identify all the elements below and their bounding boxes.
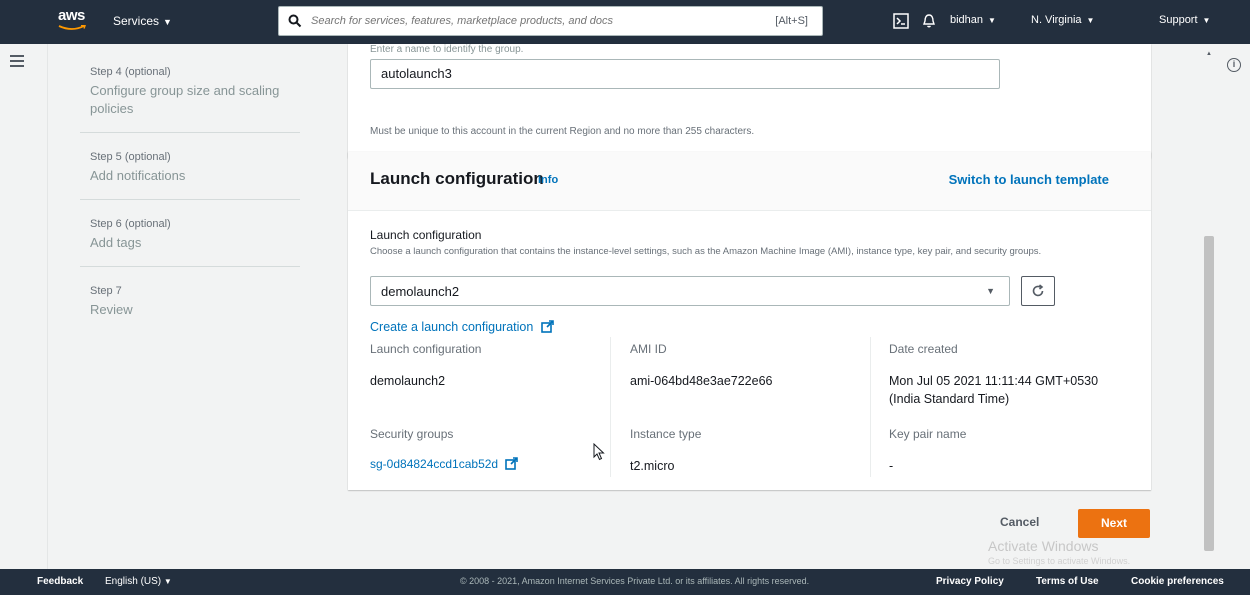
next-button[interactable]: Next <box>1078 509 1150 538</box>
support-menu[interactable]: Support ▼ <box>1159 14 1210 26</box>
language-label: English (US) <box>105 576 162 587</box>
step-number: Step 7 <box>90 285 122 297</box>
caret-down-icon: ▼ <box>986 286 995 296</box>
step-label: Review <box>90 302 133 317</box>
detail-value: t2.micro <box>630 459 675 473</box>
detail-security-groups: Security groups sg-0d84824ccd1cab52d <box>370 427 519 471</box>
wizard-step-7[interactable]: Step 7 Review <box>80 267 300 333</box>
detail-value: ami-064bd48e3ae722e66 <box>630 374 773 388</box>
launch-configuration-field-description: Choose a launch configuration that conta… <box>370 246 1042 257</box>
language-selector[interactable]: English (US) ▼ <box>105 576 172 587</box>
create-link-label: Create a launch configuration <box>370 320 534 334</box>
detail-instance-type: Instance type t2.micro <box>630 427 701 475</box>
menu-hamburger-icon[interactable] <box>10 55 24 67</box>
step-label: Add notifications <box>90 168 186 183</box>
caret-down-icon: ▼ <box>163 17 172 27</box>
cookie-preferences-link[interactable]: Cookie preferences <box>1131 576 1224 587</box>
activate-windows-watermark: Activate Windows <box>988 538 1099 554</box>
detail-label: Launch configuration <box>370 342 482 356</box>
account-menu[interactable]: bidhan ▼ <box>950 14 996 26</box>
step-number: Step 5 (optional) <box>90 151 171 163</box>
detail-key-pair-name: Key pair name - <box>889 427 966 475</box>
step-label: Add tags <box>90 235 142 250</box>
step-number: Step 4 (optional) <box>90 66 171 78</box>
detail-date-created: Date created Mon Jul 05 2021 11:11:44 GM… <box>889 342 1129 408</box>
caret-down-icon: ▼ <box>988 16 996 25</box>
group-name-constraint: Must be unique to this account in the cu… <box>370 126 755 137</box>
scroll-up-arrow-icon[interactable]: ▲ <box>1206 51 1212 57</box>
region-name: N. Virginia <box>1031 14 1082 26</box>
caret-down-icon: ▼ <box>1086 16 1095 25</box>
wizard-step-5[interactable]: Step 5 (optional) Add notifications <box>80 133 300 200</box>
section-title: Launch configuration <box>370 169 544 188</box>
column-divider <box>870 337 871 477</box>
create-launch-configuration-link[interactable]: Create a launch configuration <box>370 320 554 334</box>
detail-label: AMI ID <box>630 342 667 356</box>
terms-of-use-link[interactable]: Terms of Use <box>1036 576 1099 587</box>
step-number: Step 6 (optional) <box>90 218 171 230</box>
footer-bar: Feedback English (US) ▼ © 2008 - 2021, A… <box>0 569 1250 595</box>
detail-ami-id: AMI ID ami-064bd48e3ae722e66 <box>630 342 773 390</box>
aws-logo[interactable]: aws <box>58 8 88 36</box>
step-label: Configure group size and scaling policie… <box>90 83 280 116</box>
search-box[interactable]: [Alt+S] <box>278 6 823 36</box>
group-name-hint: Enter a name to identify the group. <box>370 44 524 54</box>
info-link[interactable]: Info <box>538 174 558 186</box>
privacy-policy-link[interactable]: Privacy Policy <box>936 576 1004 587</box>
detail-label: Date created <box>889 342 958 356</box>
selected-value: demolaunch2 <box>381 284 460 299</box>
detail-label: Instance type <box>630 427 702 441</box>
wizard-step-4[interactable]: Step 4 (optional) Configure group size a… <box>80 48 300 133</box>
detail-value: demolaunch2 <box>370 374 446 388</box>
detail-value: Mon Jul 05 2021 11:11:44 GMT+0530 (India… <box>889 374 1099 406</box>
launch-configuration-container: Launch configuration Info Switch to laun… <box>348 152 1151 490</box>
group-name-container: Enter a name to identify the group. auto… <box>348 44 1151 158</box>
account-name: bidhan <box>950 14 984 26</box>
switch-to-launch-template-link[interactable]: Switch to launch template <box>949 172 1109 187</box>
detail-label: Key pair name <box>889 427 967 441</box>
column-divider <box>610 337 611 477</box>
search-input[interactable] <box>311 11 731 31</box>
support-label: Support <box>1159 14 1198 26</box>
notifications-bell-icon[interactable] <box>921 13 937 29</box>
launch-configuration-field-label: Launch configuration <box>370 228 482 242</box>
search-shortcut: [Alt+S] <box>775 15 808 27</box>
wizard-step-6[interactable]: Step 6 (optional) Add tags <box>80 200 300 267</box>
aws-smile-icon <box>58 25 86 30</box>
detail-launch-configuration: Launch configuration demolaunch2 <box>370 342 481 390</box>
security-group-id: sg-0d84824ccd1cab52d <box>370 457 499 471</box>
launch-configuration-select[interactable]: demolaunch2 ▼ <box>370 276 1010 306</box>
refresh-button[interactable] <box>1021 276 1055 306</box>
group-name-input[interactable]: autolaunch3 <box>370 59 1000 89</box>
container-header: Launch configuration Info Switch to laun… <box>348 152 1151 211</box>
search-icon <box>288 14 302 28</box>
region-selector[interactable]: N. Virginia ▼ <box>1031 14 1094 26</box>
aws-logo-text: aws <box>58 7 85 24</box>
cancel-button[interactable]: Cancel <box>1000 515 1039 529</box>
activate-windows-hint: Go to Settings to activate Windows. <box>988 556 1131 566</box>
copyright-text: © 2008 - 2021, Amazon Internet Services … <box>460 576 810 586</box>
security-group-link[interactable]: sg-0d84824ccd1cab52d <box>370 457 519 471</box>
info-panel-icon[interactable]: i <box>1227 58 1241 72</box>
detail-value: - <box>889 459 894 473</box>
services-label: Services <box>113 14 160 28</box>
external-link-icon <box>505 457 519 470</box>
cloudshell-icon[interactable] <box>893 13 909 29</box>
detail-label: Security groups <box>370 427 454 441</box>
services-menu-button[interactable]: Services ▼ <box>113 14 172 28</box>
external-link-icon <box>540 320 554 333</box>
caret-down-icon: ▼ <box>163 577 172 586</box>
caret-down-icon: ▼ <box>1202 16 1211 25</box>
refresh-icon <box>1032 284 1044 297</box>
wizard-steps: Step 4 (optional) Configure group size a… <box>80 48 300 333</box>
feedback-link[interactable]: Feedback <box>37 576 83 587</box>
side-navigation-rail <box>0 44 48 569</box>
top-navigation-bar: aws Services▼ [Alt+S] bidhan▼ N. Virgini… <box>0 0 1250 44</box>
scrollbar-thumb[interactable] <box>1204 236 1214 551</box>
mouse-cursor-icon <box>593 443 605 461</box>
